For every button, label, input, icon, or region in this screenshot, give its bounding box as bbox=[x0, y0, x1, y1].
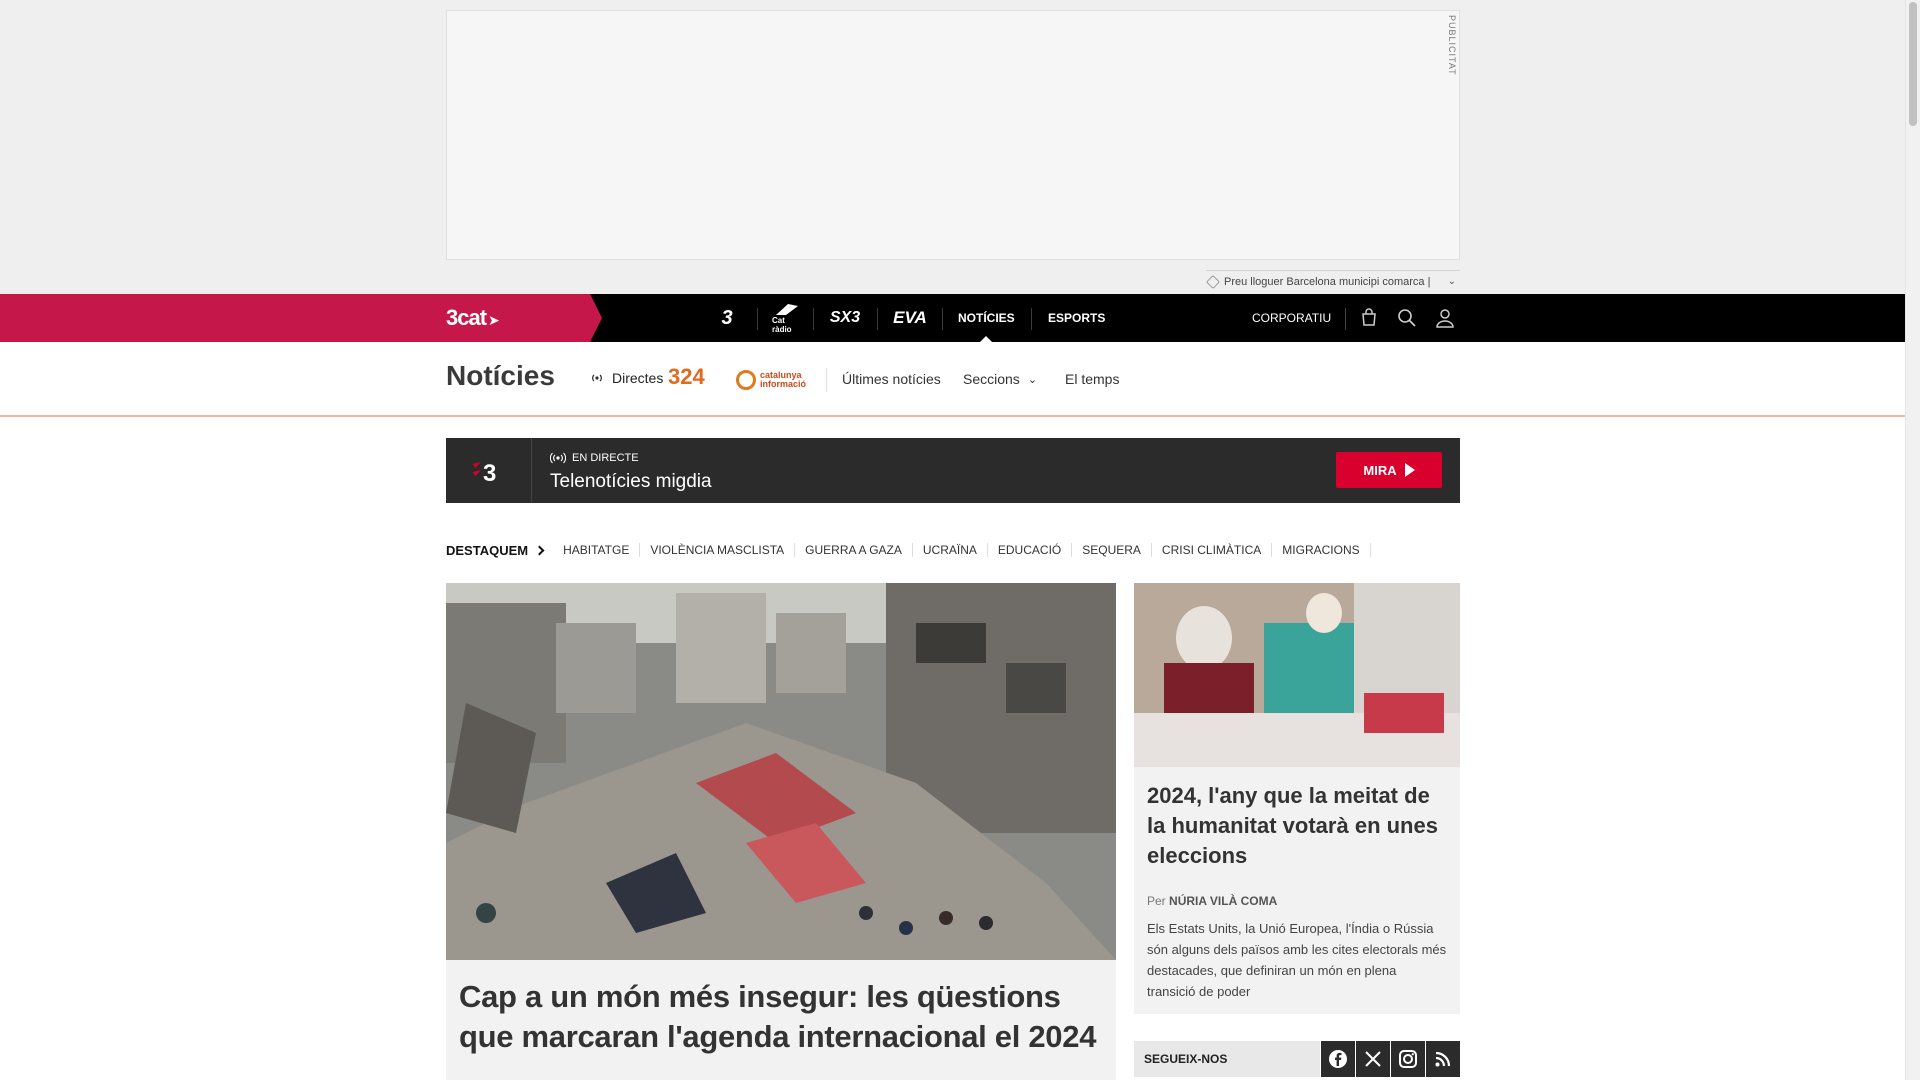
featured-tags: DESTAQUEM HABITATGE VIOLÈNCIA MASCLISTA … bbox=[446, 540, 1371, 560]
side-article-byline: Per NÚRIA VILÀ COMA bbox=[1147, 894, 1277, 908]
tv3-logo: 3 bbox=[446, 438, 532, 503]
divider bbox=[1031, 308, 1032, 330]
side-article-card[interactable]: 2024, l'any que la meitat de la humanita… bbox=[1134, 583, 1460, 1014]
tv3-logo-text: 3 bbox=[483, 460, 496, 484]
destaquem-label: DESTAQUEM bbox=[446, 543, 553, 558]
tag-icon bbox=[1205, 274, 1221, 289]
chevron-right-icon bbox=[534, 545, 545, 555]
brand-arrow-icon: ➤ bbox=[488, 312, 500, 328]
byline-prefix: Per bbox=[1147, 894, 1166, 908]
nav-corporatiu-label: CORPORATIU bbox=[1252, 311, 1332, 325]
top-navigation: 3cat ➤ 3 Cat ràdio SX3 EVA NOTÍCIES ESPOR… bbox=[0, 294, 1905, 342]
live-program-title: Telenotícies migdia bbox=[550, 471, 712, 492]
tag-link[interactable]: UCRAÏNA bbox=[913, 543, 988, 557]
directes-label: Directes bbox=[612, 370, 664, 386]
social-label: SEGUEIX-NOS bbox=[1134, 1041, 1320, 1077]
tag-link[interactable]: VIOLÈNCIA MASCLISTA bbox=[640, 543, 796, 557]
directes-link[interactable]: Directes bbox=[590, 370, 663, 386]
ad-zone: PUBLICITAT Preu lloguer Barcelona munici… bbox=[0, 0, 1905, 294]
live-tag: EN DIRECTE bbox=[550, 452, 639, 464]
side-article-description: Els Estats Units, la Unió Europea, l'Índ… bbox=[1147, 921, 1447, 999]
dropdown-seccions-label: Seccions bbox=[963, 371, 1020, 387]
nav-noticies[interactable]: NOTÍCIES bbox=[958, 294, 1015, 342]
mira-button[interactable]: MIRA bbox=[1336, 452, 1442, 488]
broadcast-icon bbox=[550, 452, 566, 464]
tag-link[interactable]: MIGRACIONS bbox=[1272, 543, 1371, 557]
nav-esports-label: ESPORTS bbox=[1048, 311, 1106, 325]
tv3-icon: 3 bbox=[472, 460, 496, 484]
nav-esports[interactable]: ESPORTS bbox=[1048, 294, 1105, 342]
brand-logo[interactable]: 3cat ➤ bbox=[446, 305, 500, 331]
chevron-down-icon[interactable]: ⌄ bbox=[1448, 276, 1460, 287]
tag-link[interactable]: EDUCACIÓ bbox=[988, 543, 1073, 557]
logo-catalunya-informacio[interactable]: catalunya informació bbox=[736, 370, 806, 390]
channel-catradio[interactable]: Cat ràdio bbox=[772, 294, 802, 342]
ad-label: PUBLICITAT bbox=[1447, 15, 1457, 76]
ad-search-bar[interactable]: Preu lloguer Barcelona municipi comarca … bbox=[1205, 270, 1460, 292]
logo-324-text: 324 bbox=[668, 364, 705, 389]
channel-tv3[interactable]: 3 bbox=[712, 294, 742, 342]
tag-link[interactable]: HABITATGE bbox=[553, 543, 641, 557]
logo-ci-line2: informació bbox=[760, 379, 807, 389]
page-scrollbar[interactable] bbox=[1905, 0, 1920, 1080]
user-icon[interactable] bbox=[1434, 307, 1456, 329]
instagram-icon[interactable] bbox=[1391, 1041, 1425, 1077]
social-links: SEGUEIX-NOS bbox=[1134, 1041, 1460, 1077]
brand-logo-text: 3cat bbox=[446, 305, 487, 330]
scrollbar-thumb[interactable] bbox=[1909, 2, 1917, 126]
tag-link[interactable]: SEQUERA bbox=[1072, 543, 1152, 557]
mira-button-label: MIRA bbox=[1363, 462, 1397, 478]
main-article-card[interactable]: Cap a un món més insegur: les qüestions … bbox=[446, 960, 1116, 1080]
link-el-temps[interactable]: El temps bbox=[1065, 371, 1119, 387]
ad-banner[interactable]: PUBLICITAT bbox=[446, 10, 1460, 260]
main-article-title[interactable]: Cap a un món més insegur: les qüestions … bbox=[459, 977, 1099, 1057]
broadcast-icon bbox=[592, 374, 602, 382]
shop-icon[interactable] bbox=[1358, 307, 1380, 329]
live-tag-label: EN DIRECTE bbox=[572, 452, 639, 464]
tag-link[interactable]: CRISI CLIMÀTICA bbox=[1152, 543, 1273, 557]
divider bbox=[826, 368, 827, 392]
play-icon bbox=[1404, 463, 1415, 477]
chevron-down-icon: ⌄ bbox=[1027, 373, 1038, 386]
divider bbox=[813, 308, 814, 330]
main-article-image[interactable] bbox=[446, 583, 1116, 960]
page-title[interactable]: Notícies bbox=[446, 360, 555, 392]
ad-search-text: Preu lloguer Barcelona municipi comarca … bbox=[1224, 275, 1431, 288]
divider bbox=[877, 308, 878, 330]
byline-author[interactable]: NÚRIA VILÀ COMA bbox=[1169, 894, 1277, 908]
link-ultimes-noticies[interactable]: Últimes notícies bbox=[842, 371, 941, 387]
rss-icon[interactable] bbox=[1426, 1041, 1460, 1077]
divider bbox=[757, 308, 758, 330]
channel-sx3-label: SX3 bbox=[829, 309, 861, 326]
side-article-image[interactable] bbox=[1134, 583, 1460, 767]
catradio-icon bbox=[776, 304, 798, 315]
nav-corporatiu[interactable]: CORPORATIU bbox=[1252, 294, 1331, 342]
channel-sx3[interactable]: SX3 bbox=[826, 294, 864, 342]
election-photo bbox=[1134, 583, 1460, 767]
channel-eva[interactable]: EVA bbox=[890, 294, 930, 342]
destaquem-label-text: DESTAQUEM bbox=[446, 542, 529, 558]
tag-link[interactable]: GUERRA A GAZA bbox=[795, 543, 913, 557]
divider bbox=[1345, 308, 1346, 330]
ci-circle-icon bbox=[736, 370, 756, 390]
logo-324[interactable]: 324 bbox=[668, 364, 705, 390]
divider bbox=[942, 308, 943, 330]
facebook-icon[interactable] bbox=[1321, 1041, 1355, 1077]
channel-tv3-label: 3 bbox=[721, 306, 733, 329]
rubble-photo bbox=[446, 583, 1116, 960]
x-icon[interactable] bbox=[1356, 1041, 1390, 1077]
channel-eva-label: EVA bbox=[893, 308, 927, 327]
channel-catradio-label: Cat ràdio bbox=[772, 316, 792, 334]
search-icon[interactable] bbox=[1396, 307, 1418, 329]
dropdown-seccions[interactable]: Seccions ⌄ bbox=[963, 371, 1037, 387]
nav-noticies-label: NOTÍCIES bbox=[958, 311, 1015, 325]
section-header: Notícies Directes 324 catalunya informac… bbox=[0, 342, 1905, 417]
live-banner[interactable]: 3 EN DIRECTE Telenotícies migdia MIRA bbox=[446, 438, 1460, 503]
side-article-title[interactable]: 2024, l'any que la meitat de la humanita… bbox=[1147, 781, 1447, 871]
brand-band bbox=[0, 294, 602, 342]
